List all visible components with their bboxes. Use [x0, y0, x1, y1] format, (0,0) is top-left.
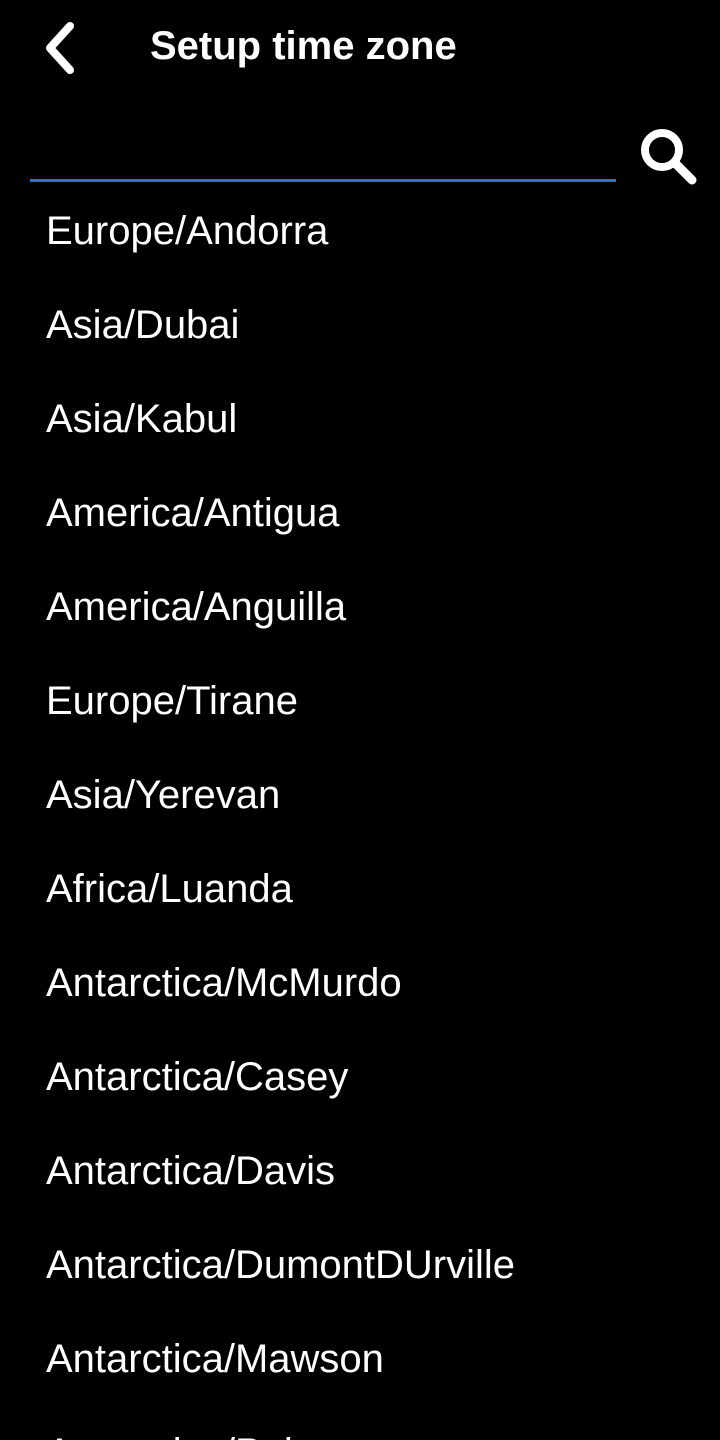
page-title: Setup time zone — [150, 24, 457, 68]
timezone-item[interactable]: Europe/Andorra — [0, 184, 720, 278]
timezone-item[interactable]: Asia/Dubai — [0, 278, 720, 372]
search-input[interactable] — [30, 120, 616, 182]
timezone-list: Europe/Andorra Asia/Dubai Asia/Kabul Ame… — [0, 184, 720, 1440]
chevron-left-icon — [46, 22, 74, 74]
search-icon — [641, 129, 697, 185]
timezone-item[interactable]: Antarctica/Casey — [0, 1030, 720, 1124]
search-button[interactable] — [632, 120, 704, 192]
timezone-item[interactable]: Antarctica/Palmer — [0, 1406, 720, 1440]
timezone-item[interactable]: Africa/Luanda — [0, 842, 720, 936]
timezone-item[interactable]: Antarctica/Davis — [0, 1124, 720, 1218]
search-bar — [0, 110, 720, 190]
timezone-item[interactable]: Antarctica/McMurdo — [0, 936, 720, 1030]
back-button[interactable] — [28, 14, 92, 82]
timezone-item[interactable]: Antarctica/Mawson — [0, 1312, 720, 1406]
app-header: Setup time zone — [0, 0, 720, 96]
timezone-item[interactable]: Asia/Yerevan — [0, 748, 720, 842]
timezone-item[interactable]: Asia/Kabul — [0, 372, 720, 466]
timezone-item[interactable]: Antarctica/DumontDUrville — [0, 1218, 720, 1312]
timezone-item[interactable]: America/Anguilla — [0, 560, 720, 654]
timezone-item[interactable]: America/Antigua — [0, 466, 720, 560]
timezone-item[interactable]: Europe/Tirane — [0, 654, 720, 748]
